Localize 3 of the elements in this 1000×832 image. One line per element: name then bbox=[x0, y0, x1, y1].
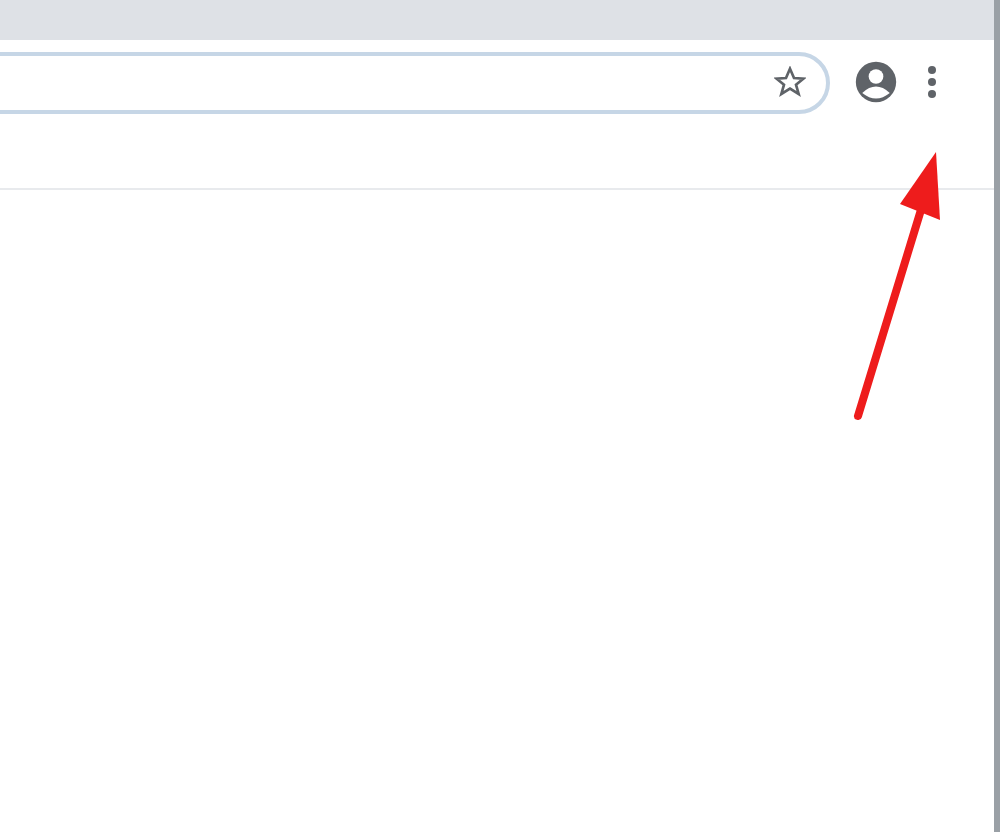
menu-icon[interactable] bbox=[926, 64, 938, 100]
star-icon[interactable] bbox=[774, 66, 806, 98]
profile-icon[interactable] bbox=[854, 60, 898, 104]
